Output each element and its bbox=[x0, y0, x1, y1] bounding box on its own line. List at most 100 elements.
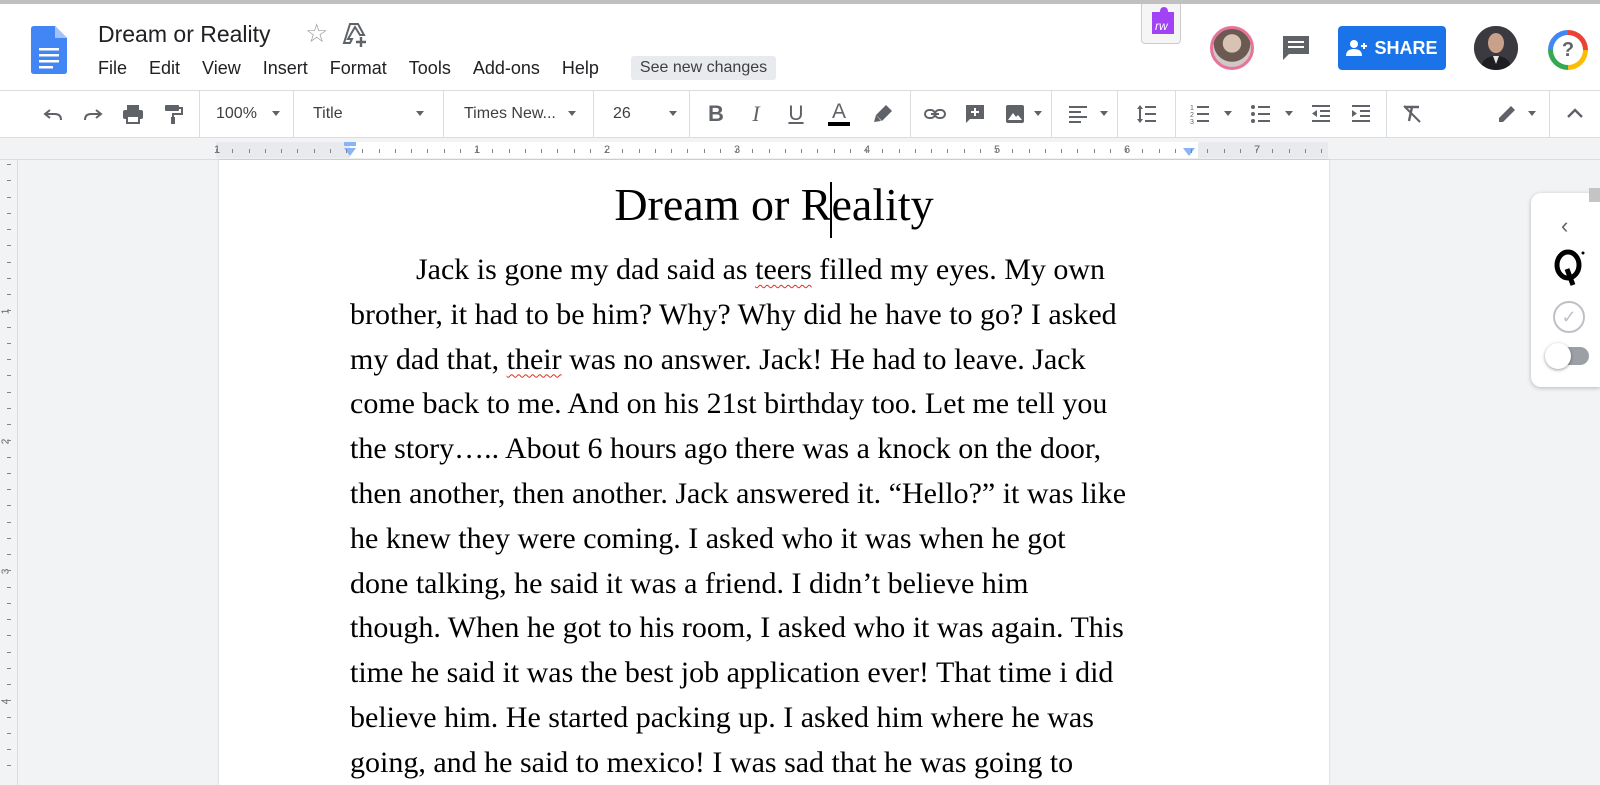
font-select[interactable]: Times New... bbox=[464, 91, 574, 137]
document-line[interactable]: then another, then another. Jack answere… bbox=[350, 472, 1210, 517]
drive-add-icon[interactable] bbox=[342, 22, 370, 48]
style-select[interactable]: Title bbox=[313, 91, 433, 137]
menu-help[interactable]: Help bbox=[562, 58, 599, 79]
numbered-list-icon[interactable]: 123 bbox=[1183, 91, 1217, 137]
ruler-tick bbox=[931, 149, 932, 153]
addon-logo-icon[interactable] bbox=[1553, 249, 1587, 287]
font-size-select[interactable]: 26 bbox=[613, 91, 663, 137]
menu-file[interactable]: File bbox=[98, 58, 127, 79]
scrollbar-thumb[interactable] bbox=[1589, 188, 1600, 202]
document-line[interactable]: believe him. He started packing up. I as… bbox=[350, 696, 1210, 741]
check-icon[interactable]: ✓ bbox=[1553, 301, 1585, 333]
vertical-ruler-tick bbox=[7, 277, 11, 279]
comment-icon[interactable] bbox=[1281, 34, 1311, 62]
align-caret-icon bbox=[1100, 111, 1108, 116]
text-color-button[interactable]: A bbox=[820, 91, 858, 137]
menu-addons[interactable]: Add-ons bbox=[473, 58, 540, 79]
highlight-icon[interactable] bbox=[866, 91, 900, 137]
ruler-tick bbox=[573, 149, 575, 153]
addon-puzzle-icon[interactable]: rw bbox=[1141, 4, 1181, 44]
decrease-indent-icon[interactable] bbox=[1304, 91, 1338, 137]
text-run: my dad that, bbox=[350, 342, 507, 376]
document-line[interactable]: going, and he said to mexico! I was sad … bbox=[350, 741, 1210, 785]
document-heading[interactable]: Dream or Reality bbox=[219, 178, 1329, 231]
help-icon[interactable]: ? bbox=[1548, 30, 1588, 70]
document-line[interactable]: time he said it was the best job applica… bbox=[350, 651, 1210, 696]
ruler-tick bbox=[622, 149, 624, 153]
text-run: come back to me. And on his 21st birthda… bbox=[350, 387, 1108, 421]
ruler-tick bbox=[849, 149, 851, 153]
account-avatar[interactable] bbox=[1474, 26, 1518, 70]
document-page[interactable]: Dream or Reality Jack is gone my dad sai… bbox=[219, 160, 1329, 785]
vertical-ruler-tick bbox=[7, 716, 11, 718]
ruler-tick bbox=[297, 149, 299, 153]
menu-edit[interactable]: Edit bbox=[149, 58, 180, 79]
ruler-tick bbox=[1028, 149, 1030, 153]
increase-indent-icon[interactable] bbox=[1344, 91, 1378, 137]
document-line[interactable]: the story….. About 6 hours ago there was… bbox=[350, 427, 1210, 472]
link-icon[interactable] bbox=[918, 91, 952, 137]
font-value: Times New... bbox=[464, 105, 556, 122]
clear-format-icon[interactable] bbox=[1395, 91, 1429, 137]
ruler-tick bbox=[524, 149, 526, 153]
menu-insert[interactable]: Insert bbox=[263, 58, 308, 79]
vertical-ruler-tick bbox=[7, 212, 11, 214]
ruler-tick bbox=[768, 149, 770, 153]
document-line[interactable]: come back to me. And on his 21st birthda… bbox=[350, 382, 1210, 427]
collaborator-avatar[interactable] bbox=[1210, 26, 1254, 70]
chevron-left-icon[interactable]: ‹ bbox=[1561, 213, 1568, 239]
docs-logo-icon[interactable] bbox=[31, 26, 67, 74]
vertical-ruler-tick bbox=[7, 375, 11, 377]
ruler-tick bbox=[1207, 149, 1209, 153]
person-add-icon bbox=[1346, 40, 1368, 56]
horizontal-ruler[interactable]: 1 1 2 3 4 5 6 7 bbox=[0, 138, 1600, 160]
menu-format[interactable]: Format bbox=[330, 58, 387, 79]
menu-tools[interactable]: Tools bbox=[409, 58, 451, 79]
edit-mode-icon[interactable] bbox=[1490, 91, 1524, 137]
paint-format-icon[interactable] bbox=[156, 91, 190, 137]
toolbar-separator bbox=[293, 91, 294, 137]
document-body[interactable]: Jack is gone my dad said as teers filled… bbox=[350, 248, 1210, 785]
ruler-tick bbox=[687, 149, 689, 153]
underline-button[interactable]: U bbox=[779, 91, 813, 137]
ruler-number: 5 bbox=[994, 144, 1001, 156]
ruler-tick bbox=[979, 149, 981, 153]
print-icon[interactable] bbox=[116, 91, 150, 137]
ruler-tick bbox=[557, 149, 559, 153]
collapse-icon[interactable] bbox=[1558, 91, 1592, 137]
bulleted-list-icon[interactable] bbox=[1244, 91, 1278, 137]
ruler-tick bbox=[671, 149, 672, 153]
document-line[interactable]: he knew they were coming. I asked who it… bbox=[350, 517, 1210, 562]
right-indent-marker-icon[interactable] bbox=[1182, 146, 1196, 158]
star-icon[interactable]: ☆ bbox=[305, 20, 328, 46]
vertical-ruler[interactable]: 1 2 3 4 bbox=[0, 160, 18, 785]
bold-button[interactable]: B bbox=[699, 91, 733, 137]
align-icon[interactable] bbox=[1061, 91, 1095, 137]
undo-icon[interactable] bbox=[36, 91, 70, 137]
toolbar-separator bbox=[910, 91, 911, 137]
document-line[interactable]: Jack is gone my dad said as teers filled… bbox=[350, 248, 1210, 293]
left-indent-marker-icon[interactable] bbox=[342, 142, 358, 158]
share-button[interactable]: SHARE bbox=[1338, 26, 1446, 70]
ruler-tick bbox=[1093, 149, 1095, 153]
text-run: though. When he got to his room, I asked… bbox=[350, 611, 1124, 645]
vertical-ruler-tick bbox=[7, 554, 11, 555]
document-title[interactable]: Dream or Reality bbox=[98, 21, 271, 48]
ruler-tick bbox=[1304, 149, 1306, 153]
svg-text:3: 3 bbox=[1190, 119, 1194, 126]
menu-bar: File Edit View Insert Format Tools Add-o… bbox=[98, 56, 777, 80]
see-new-changes-button[interactable]: See new changes bbox=[630, 56, 777, 80]
insert-comment-icon[interactable] bbox=[958, 91, 992, 137]
image-icon[interactable] bbox=[998, 91, 1032, 137]
addon-toggle[interactable] bbox=[1545, 343, 1589, 369]
italic-button[interactable]: I bbox=[739, 91, 773, 137]
redo-icon[interactable] bbox=[76, 91, 110, 137]
ruler-tick bbox=[1239, 149, 1241, 153]
menu-view[interactable]: View bbox=[202, 58, 241, 79]
ruler-tick bbox=[654, 149, 656, 153]
document-line[interactable]: brother, it had to be him? Why? Why did … bbox=[350, 293, 1210, 338]
document-line[interactable]: my dad that, their was no answer. Jack! … bbox=[350, 338, 1210, 383]
document-line[interactable]: done talking, he said it was a friend. I… bbox=[350, 562, 1210, 607]
document-line[interactable]: though. When he got to his room, I asked… bbox=[350, 606, 1210, 651]
line-spacing-icon[interactable] bbox=[1130, 91, 1164, 137]
